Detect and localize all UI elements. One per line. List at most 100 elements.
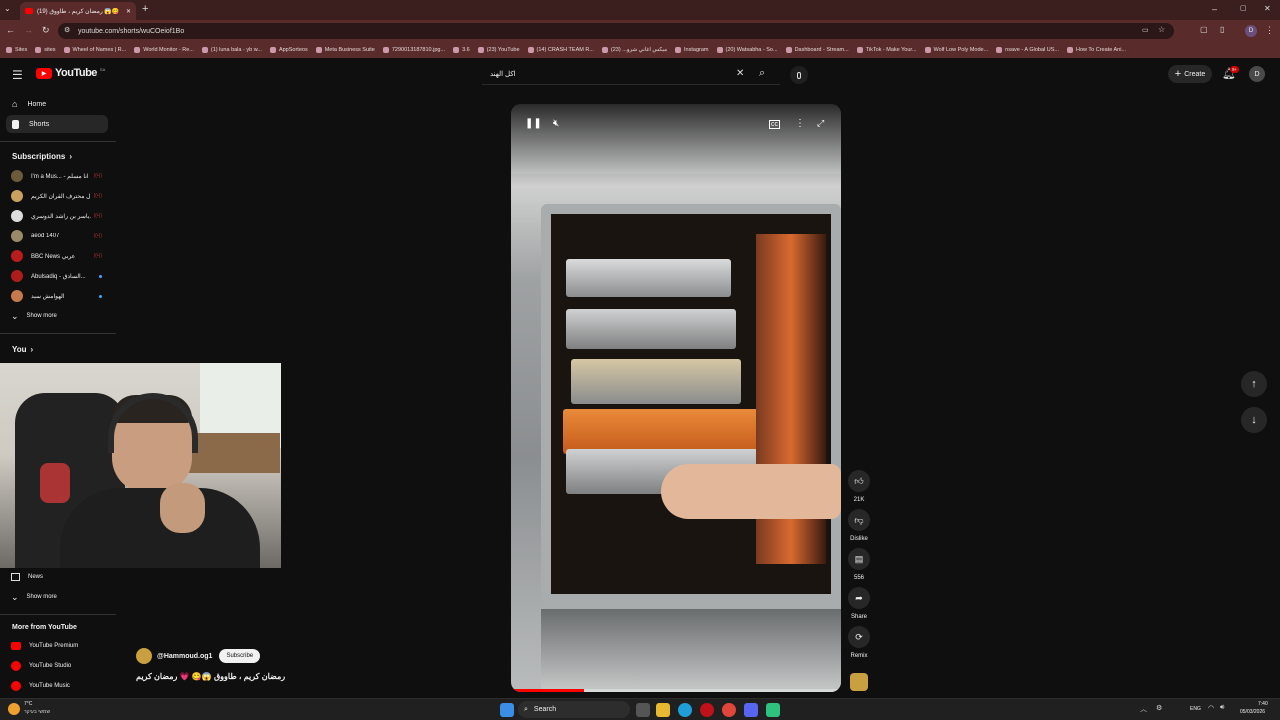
reload-icon[interactable]: ↻ bbox=[42, 25, 50, 36]
extensions-icon[interactable]: ▢ bbox=[1200, 25, 1208, 34]
show-more-subscriptions[interactable]: ⌄ Show more bbox=[6, 308, 108, 324]
sidebar-item-news[interactable]: News bbox=[6, 569, 108, 585]
bookmark-item[interactable]: nsave - A Global US... bbox=[996, 47, 1059, 53]
opera-icon[interactable] bbox=[700, 703, 714, 717]
more-options-icon[interactable]: ⋮ bbox=[795, 118, 805, 129]
subscription-channel[interactable]: BBC News عربي ((•)) bbox=[6, 248, 108, 264]
show-more-explore[interactable]: ⌄ Show more bbox=[6, 589, 108, 605]
start-icon[interactable] bbox=[500, 703, 514, 717]
video-progress-bar[interactable] bbox=[511, 689, 841, 692]
keyboard-language[interactable]: ENG bbox=[1190, 706, 1201, 712]
like-icon[interactable]: 👍︎ bbox=[848, 470, 870, 492]
search-input[interactable]: اكل الهند ✕ ⌕ bbox=[482, 63, 780, 85]
clock-time[interactable]: 7:40 bbox=[1258, 701, 1268, 707]
bookmark-item[interactable]: Wolf Low Poly Mode... bbox=[924, 47, 988, 53]
bookmark-item[interactable]: 3.6 bbox=[453, 47, 470, 53]
share-icon[interactable]: ➦ bbox=[848, 587, 870, 609]
subscription-channel[interactable]: aeod 1407 ((•)) bbox=[6, 228, 108, 244]
fullscreen-icon[interactable]: ⤢ bbox=[817, 118, 824, 129]
mute-icon[interactable]: 🔇︎ bbox=[553, 118, 559, 129]
hamburger-menu-icon[interactable]: ☰ bbox=[12, 68, 23, 82]
close-window-icon[interactable]: ✕ bbox=[1264, 4, 1271, 13]
bookmark-item[interactable]: AppSorteos bbox=[269, 47, 308, 53]
weather-icon[interactable] bbox=[8, 703, 20, 715]
sidebar-item-home[interactable]: ⌂ Home bbox=[6, 95, 108, 113]
comment-icon[interactable]: ▤ bbox=[848, 548, 870, 570]
close-tab-icon[interactable]: ✕ bbox=[126, 8, 131, 15]
youtube-logo[interactable]: ▶ YouTube SA bbox=[36, 67, 105, 79]
browser-menu-icon[interactable]: ⋮ bbox=[1265, 25, 1274, 36]
bookmark-item[interactable]: (1) luna bala - yb w... bbox=[201, 47, 262, 53]
pause-icon[interactable]: ❚❚ bbox=[525, 118, 542, 129]
sound-avatar[interactable] bbox=[850, 673, 868, 691]
sidebar-panel-icon[interactable]: ▯ bbox=[1220, 25, 1224, 34]
subscriptions-heading[interactable]: Subscriptions › bbox=[12, 152, 72, 161]
clock-date[interactable]: 05/03/2026 bbox=[1240, 709, 1265, 715]
task-view-icon[interactable] bbox=[636, 703, 650, 717]
bookmark-item[interactable]: 7290013187810.jpg... bbox=[382, 47, 445, 53]
address-bar[interactable]: ⚙ youtube.com/shorts/wuCOeiof1Bo ▭ ☆ bbox=[58, 23, 1174, 39]
wifi-icon[interactable]: ◠ bbox=[1208, 704, 1214, 712]
store-app-icon[interactable] bbox=[766, 703, 780, 717]
you-heading[interactable]: You › bbox=[12, 345, 33, 354]
previous-short-button[interactable]: ↑ bbox=[1241, 371, 1267, 397]
subscription-channel[interactable]: ل محترف القرآن الكريم...((•)) bbox=[6, 188, 108, 204]
channel-avatar bbox=[11, 170, 23, 182]
browser-tab[interactable]: (19) رمضان كريم ، طاووق 😱😋 ✕ bbox=[20, 2, 136, 20]
next-short-button[interactable]: ↓ bbox=[1241, 407, 1267, 433]
bookmark-item[interactable]: Instagram bbox=[675, 47, 709, 53]
sidebar-item-shorts[interactable]: Shorts bbox=[6, 115, 108, 133]
back-icon[interactable]: ← bbox=[6, 25, 15, 35]
cast-icon[interactable]: ▭ bbox=[1142, 26, 1149, 34]
bookmark-star-icon[interactable]: ☆ bbox=[1158, 25, 1165, 34]
search-icon[interactable]: ⌕ bbox=[759, 67, 765, 80]
bookmark-favicon-icon bbox=[269, 47, 276, 53]
user-avatar[interactable]: D bbox=[1249, 66, 1265, 82]
short-video-player[interactable]: ❚❚ 🔇︎ cc ⋮ ⤢ bbox=[511, 104, 841, 692]
remix-icon[interactable]: ⟳ bbox=[848, 626, 870, 648]
new-tab-icon[interactable]: + bbox=[142, 3, 148, 15]
bookmark-item[interactable]: Meta Business Suite bbox=[315, 47, 375, 53]
subscription-channel[interactable]: Abulsadiq - السادق... bbox=[6, 268, 108, 284]
sidebar-item-music[interactable]: YouTube Music bbox=[6, 678, 108, 694]
subscription-channel[interactable]: I'm a Mus... - انا مسلم ((•)) bbox=[6, 168, 108, 184]
taskbar-search[interactable]: ⌕ Search bbox=[518, 701, 630, 718]
clear-search-icon[interactable]: ✕ bbox=[736, 68, 744, 79]
bookmark-item[interactable]: ميكس اغاني شرو... (23) bbox=[601, 47, 667, 53]
voice-search-button[interactable] bbox=[790, 66, 808, 84]
bookmark-item[interactable]: Dashboard - Stream... bbox=[785, 47, 849, 53]
bookmark-item[interactable]: (20) Watsabha - So... bbox=[716, 47, 778, 53]
channel-avatar[interactable] bbox=[136, 648, 152, 664]
site-info-icon[interactable]: ⚙ bbox=[64, 26, 70, 34]
chrome-icon[interactable] bbox=[722, 703, 736, 717]
bookmark-item[interactable]: TikTok - Make Your... bbox=[856, 47, 917, 53]
sidebar-item-label: Shorts bbox=[29, 120, 50, 128]
file-explorer-icon[interactable] bbox=[656, 703, 670, 717]
subscription-channel[interactable]: الهوامش سيد bbox=[6, 288, 108, 304]
volume-icon[interactable]: 🔊︎ bbox=[1220, 704, 1224, 712]
dislike-icon[interactable]: 👎︎ bbox=[848, 509, 870, 531]
subscription-channel[interactable]: ياسر بن راشد الدوسري...((•)) bbox=[6, 208, 108, 224]
forward-icon[interactable]: → bbox=[24, 25, 33, 35]
edge-icon[interactable] bbox=[678, 703, 692, 717]
profile-avatar[interactable]: D bbox=[1245, 25, 1257, 37]
captions-icon[interactable]: cc bbox=[769, 120, 780, 129]
bookmark-item[interactable]: sites bbox=[35, 47, 56, 53]
bookmark-item[interactable]: How To Create Ani... bbox=[1066, 47, 1126, 53]
tab-list-icon[interactable]: ⌄ bbox=[4, 4, 11, 13]
tray-chevron-up-icon[interactable]: ︿ bbox=[1140, 704, 1147, 714]
subscribe-button[interactable]: Subscribe bbox=[219, 649, 261, 663]
bookmark-item[interactable]: (14) CRASH TEAM R... bbox=[527, 47, 594, 53]
minimize-icon[interactable]: – bbox=[1212, 4, 1217, 14]
bookmark-item[interactable]: (23) YouTube bbox=[477, 47, 520, 53]
discord-icon[interactable] bbox=[744, 703, 758, 717]
tray-app-icon[interactable]: ⚙ bbox=[1156, 704, 1162, 712]
create-button[interactable]: + Create bbox=[1168, 65, 1212, 83]
bookmark-item[interactable]: Sites bbox=[6, 47, 27, 53]
sidebar-item-studio[interactable]: YouTube Studio bbox=[6, 658, 108, 674]
bookmark-item[interactable]: World Monitor - Re... bbox=[134, 47, 194, 53]
sidebar-item-premium[interactable]: YouTube Premium bbox=[6, 638, 108, 654]
bookmark-item[interactable]: Wheel of Names | R... bbox=[63, 47, 126, 53]
maximize-icon[interactable]: ▢ bbox=[1240, 4, 1247, 12]
channel-handle[interactable]: @Hammoud.og1 bbox=[157, 653, 212, 660]
